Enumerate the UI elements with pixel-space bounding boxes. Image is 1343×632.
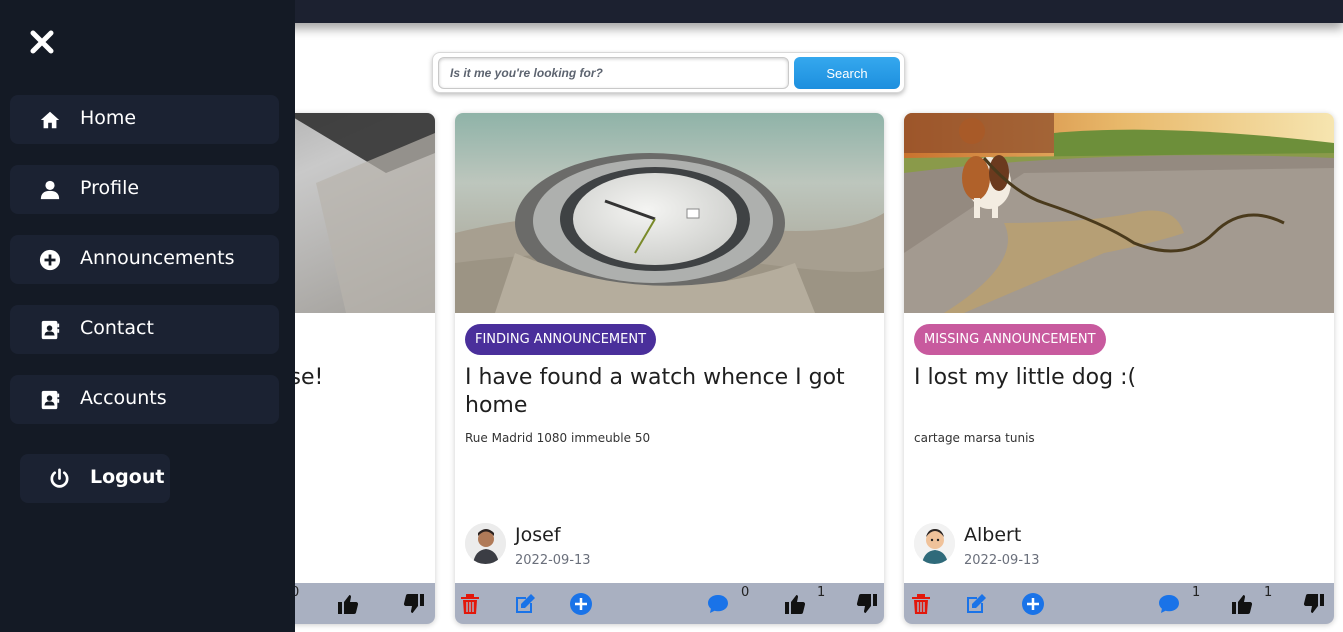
contact-book-icon [41,320,60,340]
dislike-icon[interactable] [855,592,879,616]
comment-icon[interactable] [706,592,730,616]
sidebar-item-home[interactable]: Home [10,95,279,144]
like-count: 1 [1264,585,1273,600]
comment-count: 1 [1192,585,1201,600]
power-icon [50,468,69,488]
dislike-icon[interactable] [402,592,426,616]
avatar [465,523,506,564]
like-count: 1 [817,585,826,600]
user-icon [40,180,60,200]
card-action-bar: 0 1 [455,583,884,624]
post-date: 2022-09-13 [515,553,591,568]
comment-icon[interactable] [1157,592,1181,616]
category-badge: MISSING ANNOUNCEMENT [914,324,1106,355]
search-button[interactable]: Search [794,57,900,89]
card-action-bar: 1 1 [904,583,1334,624]
sidebar-item-label: Announcements [80,247,235,269]
author-name[interactable]: Josef [515,524,561,546]
category-badge: FINDING ANNOUNCEMENT [465,324,657,355]
edit-icon[interactable] [964,592,988,616]
card-address: cartage marsa tunis [914,431,1035,445]
sidebar-item-contact[interactable]: Contact [10,305,279,354]
post-date: 2022-09-13 [964,553,1040,568]
contact-book-icon [41,390,60,410]
sidebar-item-profile[interactable]: Profile [10,165,279,214]
card-title: ase! [276,365,324,390]
sidebar-item-accounts[interactable]: Accounts [10,375,279,424]
search-bar: Search [432,52,905,93]
card-image [455,113,884,313]
comment-count: 0 [741,585,750,600]
dislike-icon[interactable] [1302,592,1326,616]
sidebar: Home Profile Announcements Contact Accou… [0,0,295,632]
plus-circle-icon [39,249,61,271]
close-icon[interactable] [28,28,56,56]
like-icon[interactable] [336,592,360,616]
sidebar-item-label: Accounts [80,387,167,409]
add-circle-icon[interactable] [1021,592,1045,616]
home-icon [40,111,60,129]
trash-icon[interactable] [458,592,482,616]
announcement-card: FINDING ANNOUNCEMENT I have found a watc… [455,113,884,624]
search-input[interactable] [438,57,789,89]
add-circle-icon[interactable] [569,592,593,616]
card-title: I have found a watch whence I got home [465,365,845,418]
like-icon[interactable] [1230,592,1254,616]
avatar [914,523,955,564]
author-name[interactable]: Albert [964,524,1021,546]
card-address: Rue Madrid 1080 immeuble 50 [465,431,651,445]
logout-label: Logout [90,466,165,488]
card-title: I lost my little dog :( [914,365,1137,390]
announcement-card: MISSING ANNOUNCEMENT I lost my little do… [904,113,1334,624]
sidebar-item-label: Contact [80,317,154,339]
trash-icon[interactable] [909,592,933,616]
like-icon[interactable] [783,592,807,616]
logout-button[interactable]: Logout [20,454,170,503]
edit-icon[interactable] [513,592,537,616]
sidebar-item-label: Home [80,107,137,129]
sidebar-item-announcements[interactable]: Announcements [10,235,279,284]
sidebar-item-label: Profile [80,177,140,199]
card-image [904,113,1334,313]
